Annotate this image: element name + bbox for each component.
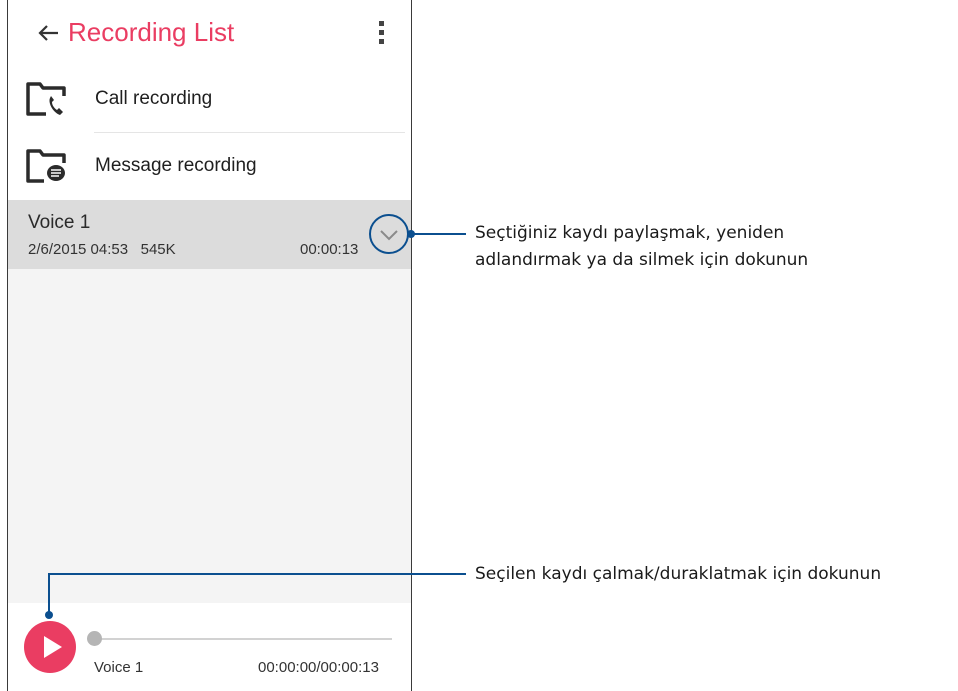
player-time: 00:00:00/00:00:13: [258, 659, 379, 676]
recording-name: Voice 1: [28, 212, 91, 233]
recording-date: 2/6/2015 04:53: [28, 241, 129, 258]
play-icon[interactable]: [24, 621, 76, 673]
message-folder-icon: [26, 147, 66, 185]
arrow-left-icon[interactable]: [36, 20, 62, 46]
seek-track[interactable]: [94, 638, 392, 640]
folder-call-recording[interactable]: Call recording: [8, 66, 411, 132]
callout-expand-line1: Seçtiğiniz kaydı paylaşmak, yeniden: [475, 223, 785, 243]
seek-handle[interactable]: [87, 631, 102, 646]
app-bar: Recording List: [8, 0, 411, 66]
folder-message-recording[interactable]: Message recording: [8, 133, 411, 199]
recording-duration: 00:00:13: [300, 241, 359, 258]
callout-play: Seçilen kaydı çalmak/duraklatmak için do…: [475, 564, 882, 584]
folder-label: Call recording: [95, 88, 213, 109]
callout-expand: Seçtiğiniz kaydı paylaşmak, yeniden adla…: [475, 220, 808, 274]
call-folder-icon: [26, 80, 66, 118]
recording-size: 545K: [140, 241, 176, 258]
callout-expand-line2: adlandırmak ya da silmek için dokunun: [475, 250, 809, 270]
recording-meta: 2/6/2015 04:53 545K: [28, 241, 176, 258]
recording-list: Voice 1 2/6/2015 04:53 545K 00:00:13: [8, 200, 411, 603]
player-bar: Voice 1 00:00:00/00:00:13: [8, 603, 411, 691]
more-vertical-icon[interactable]: [374, 18, 390, 48]
list-item[interactable]: Voice 1 2/6/2015 04:53 545K 00:00:13: [8, 200, 411, 269]
folder-label: Message recording: [95, 155, 257, 176]
chevron-down-icon[interactable]: [368, 213, 410, 255]
phone-screen: Recording List Call recording Message re…: [7, 0, 412, 691]
page-title: Recording List: [68, 17, 235, 47]
player-track-name: Voice 1: [94, 659, 144, 676]
